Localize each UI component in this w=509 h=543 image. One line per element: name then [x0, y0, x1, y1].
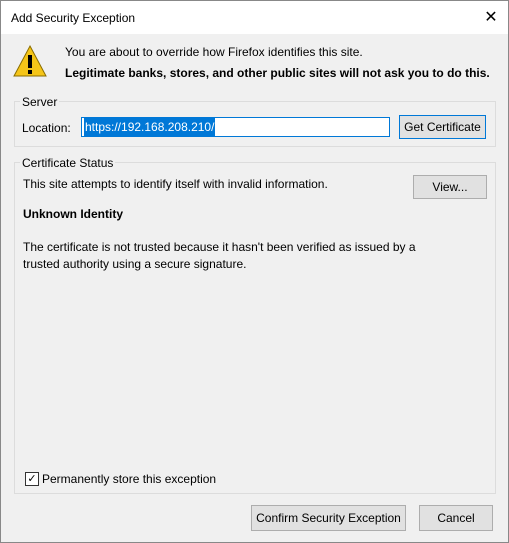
server-group-label: Server — [20, 95, 60, 109]
warning-line-2: Legitimate banks, stores, and other publ… — [65, 66, 490, 80]
warning-triangle-icon — [13, 44, 47, 77]
confirm-security-exception-button[interactable]: Confirm Security Exception — [251, 505, 406, 531]
warning-line-1: You are about to override how Firefox id… — [65, 45, 363, 59]
get-certificate-label: Get Certificate — [404, 120, 481, 134]
location-input[interactable]: https://192.168.208.210/ — [81, 117, 390, 137]
confirm-button-label: Confirm Security Exception — [256, 511, 401, 525]
permanent-store-checkbox[interactable]: ✓ — [25, 472, 39, 486]
window-title: Add Security Exception — [11, 11, 136, 25]
location-label: Location: — [22, 121, 71, 135]
permanent-store-label[interactable]: Permanently store this exception — [42, 472, 216, 486]
close-icon[interactable]: ✕ — [474, 1, 508, 34]
title-bar: Add Security Exception ✕ — [1, 1, 508, 34]
view-button[interactable]: View... — [413, 175, 487, 199]
location-input-value: https://192.168.208.210/ — [84, 118, 216, 136]
certificate-description: The certificate is not trusted because i… — [23, 240, 416, 271]
add-security-exception-dialog: Add Security Exception ✕ You are about t… — [0, 0, 509, 543]
cancel-button[interactable]: Cancel — [419, 505, 493, 531]
get-certificate-button[interactable]: Get Certificate — [399, 115, 486, 139]
view-button-label: View... — [432, 180, 468, 194]
certificate-status-text: This site attempts to identify itself wi… — [23, 177, 328, 191]
certificate-status-group-label: Certificate Status — [20, 156, 116, 170]
cancel-button-label: Cancel — [437, 511, 475, 525]
unknown-identity-heading: Unknown Identity — [23, 207, 123, 221]
